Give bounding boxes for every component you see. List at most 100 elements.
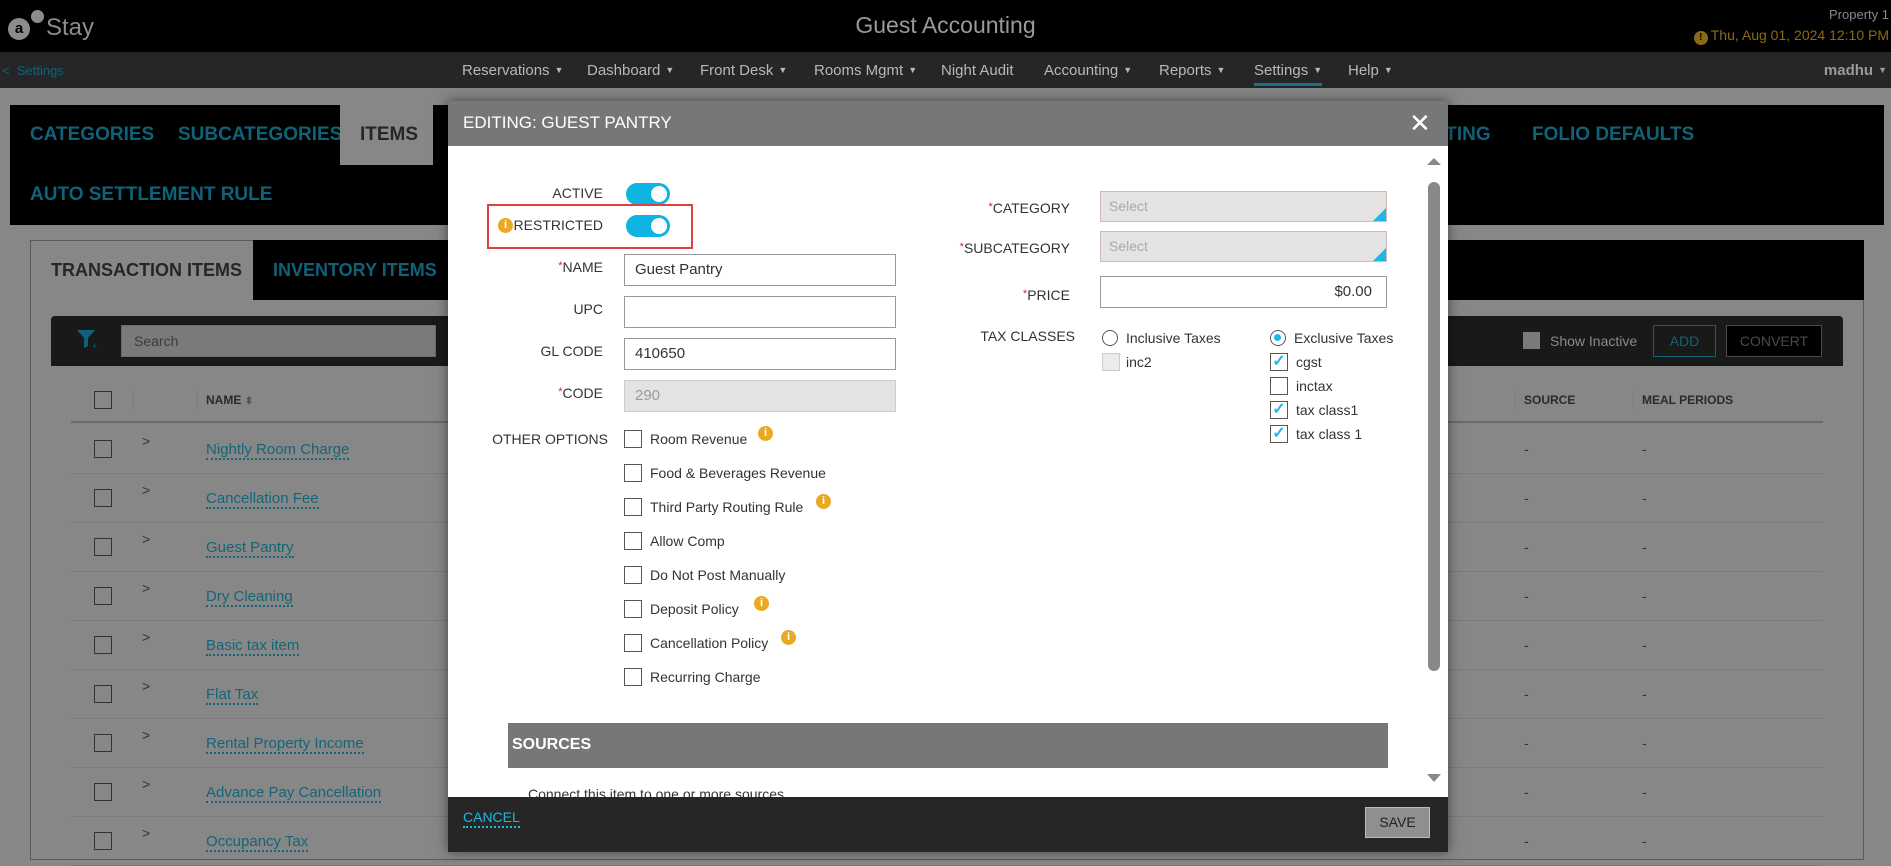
expand-chevron-icon[interactable]: > [142, 482, 150, 498]
upc-input[interactable] [624, 296, 896, 328]
tab-auto-settlement-rule[interactable]: AUTO SETTLEMENT RULE [30, 184, 272, 206]
business-date: ! Thu, Aug 01, 2024 12:10 PM [1693, 27, 1889, 45]
active-label: ACTIVE [552, 185, 603, 201]
scroll-up-icon[interactable] [1427, 158, 1441, 165]
item-name-link[interactable]: Basic tax item [206, 637, 300, 656]
add-button[interactable]: ADD [1653, 325, 1716, 357]
scrollbar-thumb[interactable] [1428, 182, 1440, 671]
row-checkbox[interactable] [94, 734, 112, 752]
expand-chevron-icon[interactable]: > [142, 678, 150, 694]
exclusive-taxes-radio[interactable] [1270, 330, 1286, 346]
info-icon[interactable]: i [781, 630, 796, 645]
item-name-link[interactable]: Dry Cleaning [206, 588, 293, 607]
row-checkbox[interactable] [94, 685, 112, 703]
tab-items[interactable]: ITEMS [340, 105, 433, 165]
row-checkbox[interactable] [94, 489, 112, 507]
option-label: Recurring Charge [650, 669, 761, 685]
source-cell: - [1524, 539, 1529, 555]
expand-chevron-icon[interactable]: > [142, 776, 150, 792]
nav-reservations[interactable]: Reservations ▼ [462, 62, 563, 79]
option-checkbox[interactable] [624, 668, 642, 686]
option-checkbox[interactable] [624, 498, 642, 516]
source-cell: - [1524, 588, 1529, 604]
item-name-link[interactable]: Nightly Room Charge [206, 441, 350, 460]
nav-accounting[interactable]: Accounting ▼ [1044, 62, 1132, 79]
nav-reports[interactable]: Reports ▼ [1159, 62, 1225, 79]
expand-chevron-icon[interactable]: > [142, 629, 150, 645]
row-checkbox[interactable] [94, 783, 112, 801]
active-toggle[interactable] [626, 183, 670, 205]
other-options-label: OTHER OPTIONS [492, 431, 608, 447]
subcategory-select[interactable]: Select [1100, 231, 1387, 262]
page-title: Guest Accounting [855, 12, 1036, 38]
tab-inventory-items[interactable]: INVENTORY ITEMS [273, 260, 437, 281]
option-checkbox[interactable] [624, 600, 642, 618]
name-input[interactable]: Guest Pantry [624, 254, 896, 286]
row-checkbox[interactable] [94, 440, 112, 458]
tab-subcategories[interactable]: SUBCATEGORIES [178, 124, 342, 146]
expand-chevron-icon[interactable]: > [142, 727, 150, 743]
search-input[interactable]: Search [121, 325, 436, 357]
column-header-source[interactable]: SOURCE [1524, 393, 1575, 407]
tax-checkbox[interactable]: ✓ [1270, 353, 1288, 371]
nav-dashboard[interactable]: Dashboard ▼ [587, 62, 674, 79]
expand-chevron-icon[interactable]: > [142, 580, 150, 596]
back-to-settings-link[interactable]: < Settings [2, 63, 64, 78]
tax-checkbox[interactable] [1270, 377, 1288, 395]
nav-rooms-mgmt[interactable]: Rooms Mgmt ▼ [814, 62, 917, 79]
scroll-down-icon[interactable] [1427, 774, 1441, 782]
info-icon[interactable]: i [816, 494, 831, 509]
expand-chevron-icon[interactable]: > [142, 433, 150, 449]
tab-transaction-items[interactable]: TRANSACTION ITEMS [51, 260, 242, 281]
row-checkbox[interactable] [94, 587, 112, 605]
property-name[interactable]: Property 1 [1829, 7, 1889, 22]
expand-chevron-icon[interactable]: > [142, 825, 150, 841]
tab-categories[interactable]: CATEGORIES [30, 124, 154, 146]
nav-front-desk[interactable]: Front Desk ▼ [700, 62, 787, 79]
meal-periods-cell: - [1642, 637, 1647, 653]
option-checkbox[interactable] [624, 634, 642, 652]
user-menu[interactable]: madhu ▼ [1824, 62, 1887, 79]
close-icon[interactable]: ✕ [1409, 108, 1431, 139]
convert-button[interactable]: CONVERT [1726, 325, 1822, 357]
select-all-checkbox[interactable] [94, 391, 112, 409]
option-checkbox[interactable] [624, 464, 642, 482]
caret-down-icon: ▼ [908, 65, 918, 75]
info-icon[interactable]: i [754, 596, 769, 611]
info-icon[interactable]: i [498, 218, 513, 233]
column-header-name[interactable]: NAME ⬍ [206, 393, 253, 407]
category-select[interactable]: Select [1100, 191, 1387, 222]
tab-folio-defaults[interactable]: FOLIO DEFAULTS [1532, 124, 1694, 146]
info-icon[interactable]: i [758, 426, 773, 441]
row-checkbox[interactable] [94, 832, 112, 850]
item-name-link[interactable]: Cancellation Fee [206, 490, 319, 509]
save-button[interactable]: SAVE [1365, 807, 1430, 838]
nav-help[interactable]: Help ▼ [1348, 62, 1393, 79]
option-checkbox[interactable] [624, 566, 642, 584]
tax-checkbox[interactable]: ✓ [1270, 401, 1288, 419]
tax-checkbox[interactable]: ✓ [1270, 425, 1288, 443]
show-inactive-checkbox[interactable] [1523, 332, 1540, 349]
item-name-link[interactable]: Advance Pay Cancellation [206, 784, 382, 803]
restricted-toggle[interactable] [626, 215, 670, 237]
column-header-meal-periods[interactable]: MEAL PERIODS [1642, 393, 1733, 407]
price-input[interactable]: $0.00 [1100, 276, 1387, 308]
cancel-button[interactable]: CANCEL [463, 809, 520, 828]
item-name-link[interactable]: Flat Tax [206, 686, 259, 705]
option-checkbox[interactable] [624, 430, 642, 448]
row-checkbox[interactable] [94, 636, 112, 654]
nav-settings[interactable]: Settings ▼ [1254, 62, 1323, 86]
nav-night-audit[interactable]: Night Audit [941, 62, 1014, 79]
item-name-link[interactable]: Guest Pantry [206, 539, 294, 558]
item-name-link[interactable]: Occupancy Tax [206, 833, 309, 852]
option-checkbox[interactable] [624, 532, 642, 550]
source-cell: - [1524, 686, 1529, 702]
inclusive-taxes-radio[interactable] [1102, 330, 1118, 346]
filter-add-icon[interactable]: + [75, 327, 99, 351]
item-name-link[interactable]: Rental Property Income [206, 735, 364, 754]
expand-chevron-icon[interactable]: > [142, 531, 150, 547]
gl-code-input[interactable]: 410650 [624, 338, 896, 370]
caret-down-icon: ▼ [1216, 65, 1226, 75]
meal-periods-cell: - [1642, 833, 1647, 849]
row-checkbox[interactable] [94, 538, 112, 556]
